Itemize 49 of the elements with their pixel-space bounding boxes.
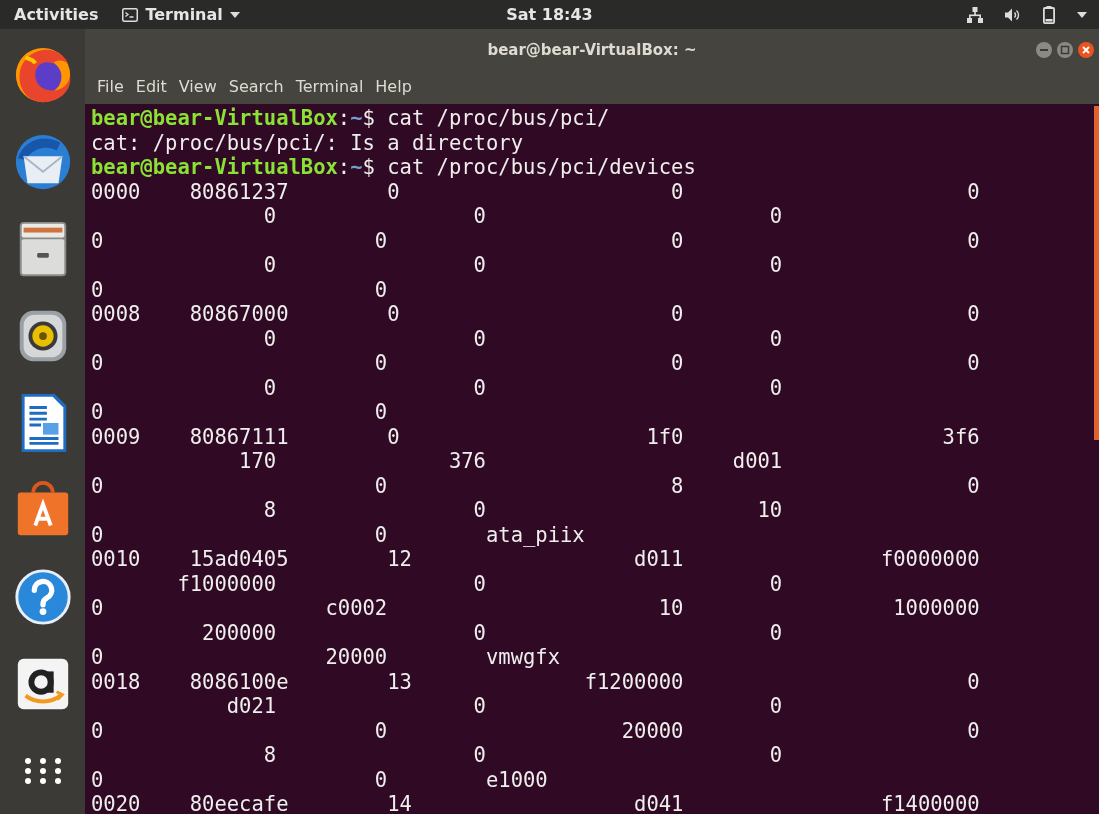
caret-icon[interactable] [1077,11,1087,18]
window-title: bear@bear-VirtualBox: ~ [487,41,697,59]
output-line: 0010 15ad0405 12 d011 f0000000 [91,547,980,572]
output-line: 0 0 0 [262,326,783,351]
output-line: 0000 80861237 0 0 0 [91,179,980,204]
output-line: 0 0 ata_piix [91,522,585,547]
output-line: 0 0 20000 0 [91,718,980,743]
output-line: 0 0 0 [262,204,783,229]
clock[interactable]: Sat 18:43 [506,5,593,24]
output-line: 0 20000 vmwgfx [91,645,560,670]
volume-icon[interactable] [1005,7,1021,22]
scrollbar-thumb[interactable] [1094,106,1099,440]
menu-item[interactable]: Help [375,76,412,96]
output-line: 0 0 0 0 [91,228,980,253]
output-line: 0018 8086100e 13 f1200000 0 [91,669,980,694]
menu-item[interactable]: Search [228,76,284,96]
terminal-icon [122,7,139,22]
output-line: 0 0 e1000 [91,767,548,792]
output-line: 0008 80867000 0 0 0 [91,302,980,327]
output-line: 0 0 [91,400,388,425]
output-line: f1000000 0 0 [176,571,783,596]
battery-icon[interactable] [1043,5,1055,24]
caret-icon [229,11,240,18]
output-line: cat: /proc/bus/pci/: Is a directory [91,130,523,155]
output-line: 170 376 d001 [238,449,783,474]
output-line: 0 0 0 [262,375,783,400]
output-line: 0009 80867111 0 1f0 3f6 [91,424,980,449]
minimize-button[interactable] [1035,41,1053,59]
menu-item[interactable]: Edit [135,76,167,96]
menu-item[interactable]: Terminal [295,76,364,96]
network-icon[interactable] [967,6,983,23]
menu-item[interactable]: View [178,76,217,96]
activities-button[interactable]: Activities [14,5,99,24]
output-line: 0 0 [91,277,388,302]
output-line: 8 0 10 [262,498,783,523]
close-button[interactable] [1077,41,1095,59]
output-line: 8 0 0 [262,743,783,768]
app-grid-icon[interactable] [22,757,63,785]
output-line: 0 c0002 10 1000000 [91,596,980,621]
app-menu[interactable]: Terminal [122,5,240,24]
output-line: d021 0 0 [225,694,783,719]
prompt-line: bear@bear-VirtualBox:~$ cat /proc/bus/pci/devices [91,155,696,180]
output-line: 0 0 0 0 [91,351,980,376]
output-line: 0020 80eecafe 14 d041 f1400000 [91,792,980,814]
output-line: 0 0 0 [262,253,783,278]
output-line: 200000 0 0 [201,620,783,645]
prompt-line: bear@bear-VirtualBox:~$ cat /proc/bus/pci/ [91,106,610,131]
output-line: 0 0 8 0 [91,473,980,498]
menu-item[interactable]: File [97,76,124,96]
